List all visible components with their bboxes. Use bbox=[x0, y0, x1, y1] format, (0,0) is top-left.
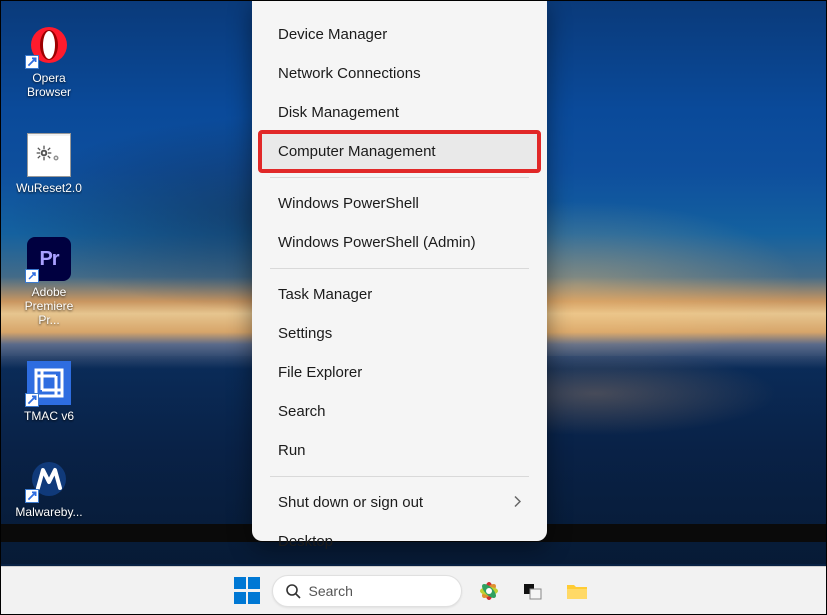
desktop-icon-premiere[interactable]: Pr Adobe Premiere Pr... bbox=[13, 237, 85, 327]
taskbar-task-view[interactable] bbox=[516, 574, 550, 608]
menu-item-powershell[interactable]: Windows PowerShell bbox=[260, 184, 539, 223]
premiere-icon: Pr bbox=[27, 237, 71, 281]
desktop-icon-label: Opera Browser bbox=[13, 71, 85, 99]
menu-item-search[interactable]: Search bbox=[260, 392, 539, 431]
menu-item-device-manager[interactable]: Device Manager bbox=[260, 15, 539, 54]
menu-item-computer-management[interactable]: Computer Management bbox=[260, 132, 539, 171]
menu-item-network-connections[interactable]: Network Connections bbox=[260, 54, 539, 93]
desktop-icon-label: WuReset2.0 bbox=[16, 181, 82, 195]
gears-icon bbox=[27, 133, 71, 177]
power-user-menu: Device Manager Network Connections Disk … bbox=[252, 1, 547, 541]
menu-item-shutdown[interactable]: Shut down or sign out bbox=[260, 483, 539, 522]
menu-item-powershell-admin[interactable]: Windows PowerShell (Admin) bbox=[260, 223, 539, 262]
menu-separator bbox=[270, 268, 529, 269]
desktop-icons: Opera Browser WuReset2.0 Pr Adobe Premie… bbox=[13, 23, 93, 519]
taskbar: Search bbox=[1, 566, 826, 614]
taskbar-search[interactable]: Search bbox=[272, 575, 462, 607]
menu-item-settings[interactable]: Settings bbox=[260, 314, 539, 353]
menu-item-task-manager[interactable]: Task Manager bbox=[260, 275, 539, 314]
menu-item-run[interactable]: Run bbox=[260, 431, 539, 470]
search-icon bbox=[285, 583, 301, 599]
tmac-icon bbox=[27, 361, 71, 405]
desktop-icon-label: Adobe Premiere Pr... bbox=[13, 285, 85, 327]
shortcut-arrow-icon bbox=[25, 489, 39, 503]
chevron-right-icon bbox=[513, 494, 521, 511]
menu-separator bbox=[270, 476, 529, 477]
desktop-icon-wureset[interactable]: WuReset2.0 bbox=[13, 133, 85, 195]
desktop-icon-opera[interactable]: Opera Browser bbox=[13, 23, 85, 99]
taskbar-file-explorer[interactable] bbox=[560, 574, 594, 608]
start-button[interactable] bbox=[234, 577, 262, 605]
search-placeholder: Search bbox=[309, 583, 353, 599]
desktop-icon-malwarebytes[interactable]: Malwareby... bbox=[13, 457, 85, 519]
desktop-icon-tmac[interactable]: TMAC v6 bbox=[13, 361, 85, 423]
menu-separator bbox=[270, 177, 529, 178]
opera-icon bbox=[27, 23, 71, 67]
shortcut-arrow-icon bbox=[25, 55, 39, 69]
shortcut-arrow-icon bbox=[25, 393, 39, 407]
taskbar-pinned-app-1[interactable] bbox=[472, 574, 506, 608]
menu-item-desktop[interactable]: Desktop bbox=[260, 522, 539, 561]
malwarebytes-icon bbox=[27, 457, 71, 501]
menu-item-file-explorer[interactable]: File Explorer bbox=[260, 353, 539, 392]
shortcut-arrow-icon bbox=[25, 269, 39, 283]
menu-item-disk-management[interactable]: Disk Management bbox=[260, 93, 539, 132]
